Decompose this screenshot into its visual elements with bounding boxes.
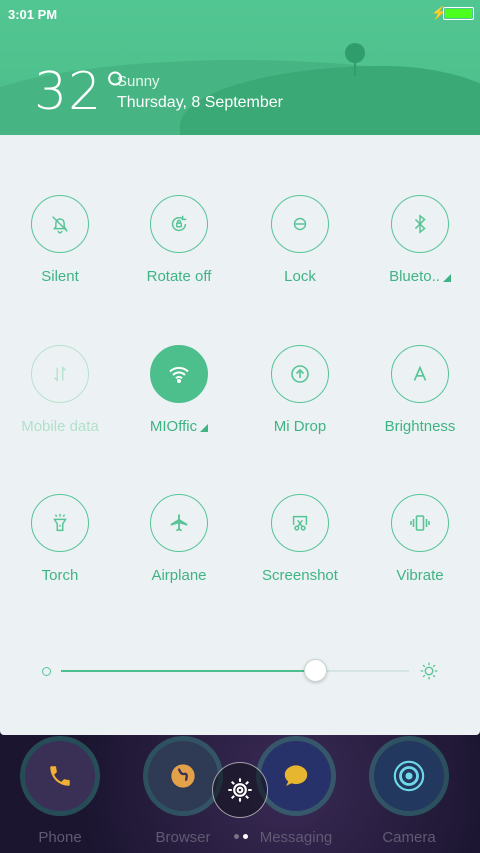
brightness-slider[interactable]	[61, 670, 409, 672]
toggle-bluetooth[interactable]: Blueto..	[360, 195, 480, 285]
page-indicator	[232, 826, 250, 844]
chat-icon[interactable]	[261, 741, 331, 811]
upload-icon[interactable]	[271, 345, 329, 403]
submenu-arrow-icon	[442, 274, 451, 282]
bell-off-icon[interactable]	[31, 195, 89, 253]
camera-icon[interactable]	[374, 741, 444, 811]
toggle-rotate[interactable]: Rotate off	[119, 195, 239, 285]
toggle-brightness[interactable]: Brightness	[360, 345, 480, 435]
globe-icon[interactable]	[148, 741, 218, 811]
brightness-high-icon	[420, 662, 438, 680]
phone-icon[interactable]	[25, 741, 95, 811]
airplane-icon[interactable]	[150, 494, 208, 552]
bluetooth-icon[interactable]	[391, 195, 449, 253]
wifi-icon[interactable]	[150, 345, 208, 403]
toggle-lock[interactable]: Lock	[240, 195, 360, 285]
toggle-label: Brightness	[384, 418, 456, 435]
settings-button[interactable]	[212, 762, 268, 818]
toggle-label: Torch	[41, 567, 79, 584]
app-phone[interactable]: Phone	[0, 741, 120, 846]
toggle-label: Lock	[284, 268, 316, 285]
toggle-label: Blueto..	[360, 268, 480, 285]
brightness-slider-thumb[interactable]	[303, 659, 327, 682]
mobile-data-icon[interactable]	[31, 345, 89, 403]
toggle-mobile-data[interactable]: Mobile data	[0, 345, 120, 435]
status-time: 3:01 PM	[8, 7, 58, 22]
app-camera[interactable]: Camera	[349, 741, 469, 846]
app-label: Camera	[382, 829, 436, 846]
home-dock: Phone Browser Messaging Camera	[0, 735, 480, 853]
toggle-screenshot[interactable]: Screenshot	[240, 494, 360, 584]
weather-header: 3:01 PM ⚡ 32° Sunny Thursday, 8 Septembe…	[0, 0, 480, 135]
toggle-label: Mobile data	[21, 418, 99, 435]
brightness-low-icon	[42, 667, 51, 676]
toggle-label: MIOffic	[119, 418, 239, 435]
toggle-torch[interactable]: Torch	[0, 494, 120, 584]
toggle-airplane[interactable]: Airplane	[119, 494, 239, 584]
tree-icon	[345, 43, 365, 76]
toggle-label: Screenshot	[262, 567, 338, 584]
toggle-silent[interactable]: Silent	[0, 195, 120, 285]
lock-icon[interactable]	[271, 195, 329, 253]
status-bar: 3:01 PM ⚡	[0, 0, 480, 28]
auto-brightness-icon[interactable]	[391, 345, 449, 403]
app-label: Browser	[155, 829, 211, 846]
toggle-label: Silent	[41, 268, 79, 285]
app-label: Phone	[38, 829, 82, 846]
torch-icon[interactable]	[31, 494, 89, 552]
app-label: Messaging	[259, 829, 333, 846]
submenu-arrow-icon	[200, 424, 209, 432]
brightness-slider-fill	[61, 670, 316, 672]
vibrate-icon[interactable]	[391, 494, 449, 552]
rotate-lock-icon[interactable]	[150, 195, 208, 253]
weather-date: Thursday, 8 September	[117, 94, 284, 111]
weather-condition: Sunny	[117, 73, 160, 90]
toggle-mi-drop[interactable]: Mi Drop	[240, 345, 360, 435]
battery-icon	[443, 7, 474, 20]
toggle-vibrate[interactable]: Vibrate	[360, 494, 480, 584]
quick-settings-panel: Silent Rotate off Lock Blueto.. Mobile d…	[0, 135, 480, 735]
scissors-icon[interactable]	[271, 494, 329, 552]
toggle-label: Rotate off	[146, 268, 212, 285]
toggle-wifi[interactable]: MIOffic	[119, 345, 239, 435]
toggle-label: Airplane	[151, 567, 207, 584]
gear-icon	[228, 778, 252, 802]
page-dot-active	[243, 834, 248, 839]
toggle-label: Mi Drop	[273, 418, 327, 435]
toggle-label: Vibrate	[396, 567, 444, 584]
temperature: 32°	[34, 62, 130, 122]
page-dot	[234, 834, 239, 839]
